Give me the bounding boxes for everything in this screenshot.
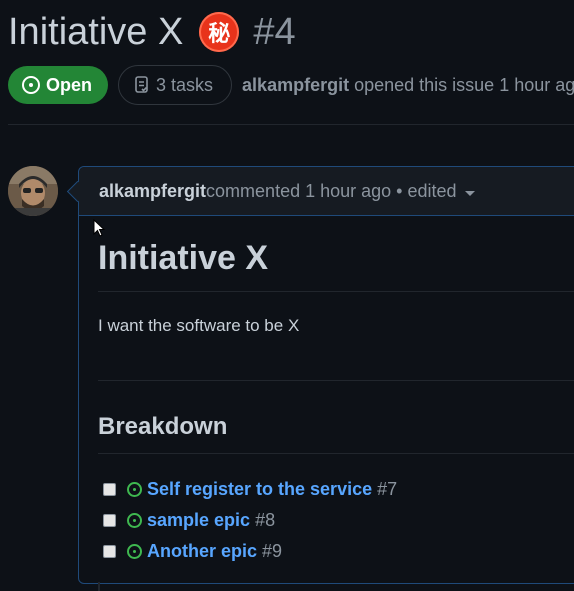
task-issue-number[interactable]: #8 — [255, 510, 275, 531]
issue-meta-row: Open 3 tasks alkampfergit opened this is… — [8, 65, 574, 105]
task-list-item: Self register to the service #7 — [103, 474, 574, 505]
task-list-item: sample epic #8 — [103, 505, 574, 536]
state-label: Open — [46, 74, 93, 95]
issue-opened-icon — [127, 513, 142, 528]
opened-by-text: alkampfergit opened this issue 1 hour ag… — [242, 75, 574, 96]
timeline-line — [98, 582, 100, 591]
task-list: Self register to the service #7 sample e… — [98, 474, 574, 567]
issue-number: #4 — [253, 10, 296, 53]
mouse-cursor-icon — [93, 219, 106, 237]
issue-page: Initiative X 秘 #4 Open 3 tasks alkampfer… — [0, 0, 574, 591]
issue-title: Initiative X — [8, 10, 184, 53]
comment-header: alkampfergit commented 1 hour ago • edit… — [79, 167, 574, 216]
breakdown-heading: Breakdown — [98, 411, 574, 454]
header-divider — [8, 124, 574, 125]
task-checkbox[interactable] — [103, 545, 116, 558]
avatar[interactable] — [8, 166, 58, 216]
issue-opened-icon — [22, 76, 40, 94]
task-issue-number[interactable]: #9 — [262, 541, 282, 562]
body-heading: Initiative X — [98, 238, 574, 292]
issue-opened-icon — [127, 544, 142, 559]
task-issue-link[interactable]: Another epic — [147, 541, 257, 562]
task-list-item: Another epic #9 — [103, 536, 574, 567]
comment-author-link[interactable]: alkampfergit — [99, 181, 206, 202]
edited-dropdown-caret-icon[interactable] — [464, 190, 475, 196]
task-issue-link[interactable]: Self register to the service — [147, 479, 372, 500]
task-checkbox[interactable] — [103, 483, 116, 496]
body-paragraph: I want the software to be X — [98, 316, 300, 335]
tasks-summary-button[interactable]: 3 tasks — [118, 65, 233, 105]
task-issue-link[interactable]: sample epic — [147, 510, 250, 531]
issue-title-row: Initiative X 秘 #4 — [8, 8, 296, 56]
opened-text: opened this issue 1 hour ago — [349, 74, 574, 95]
body-divider — [98, 380, 574, 381]
issue-comment: alkampfergit commented 1 hour ago • edit… — [78, 166, 574, 584]
secret-emoji-icon: 秘 — [199, 12, 240, 52]
checklist-icon — [135, 76, 148, 93]
issue-opened-icon — [127, 482, 142, 497]
tasks-summary-label: 3 tasks — [156, 74, 214, 95]
issue-author-link[interactable]: alkampfergit — [242, 75, 349, 95]
comment-body: Initiative X I want the software to be X… — [79, 238, 574, 567]
open-state-badge: Open — [8, 66, 109, 104]
task-checkbox[interactable] — [103, 514, 116, 527]
comment-meta: commented 1 hour ago • edited — [206, 180, 457, 201]
avatar-image — [8, 166, 58, 216]
task-issue-number[interactable]: #7 — [377, 479, 397, 500]
